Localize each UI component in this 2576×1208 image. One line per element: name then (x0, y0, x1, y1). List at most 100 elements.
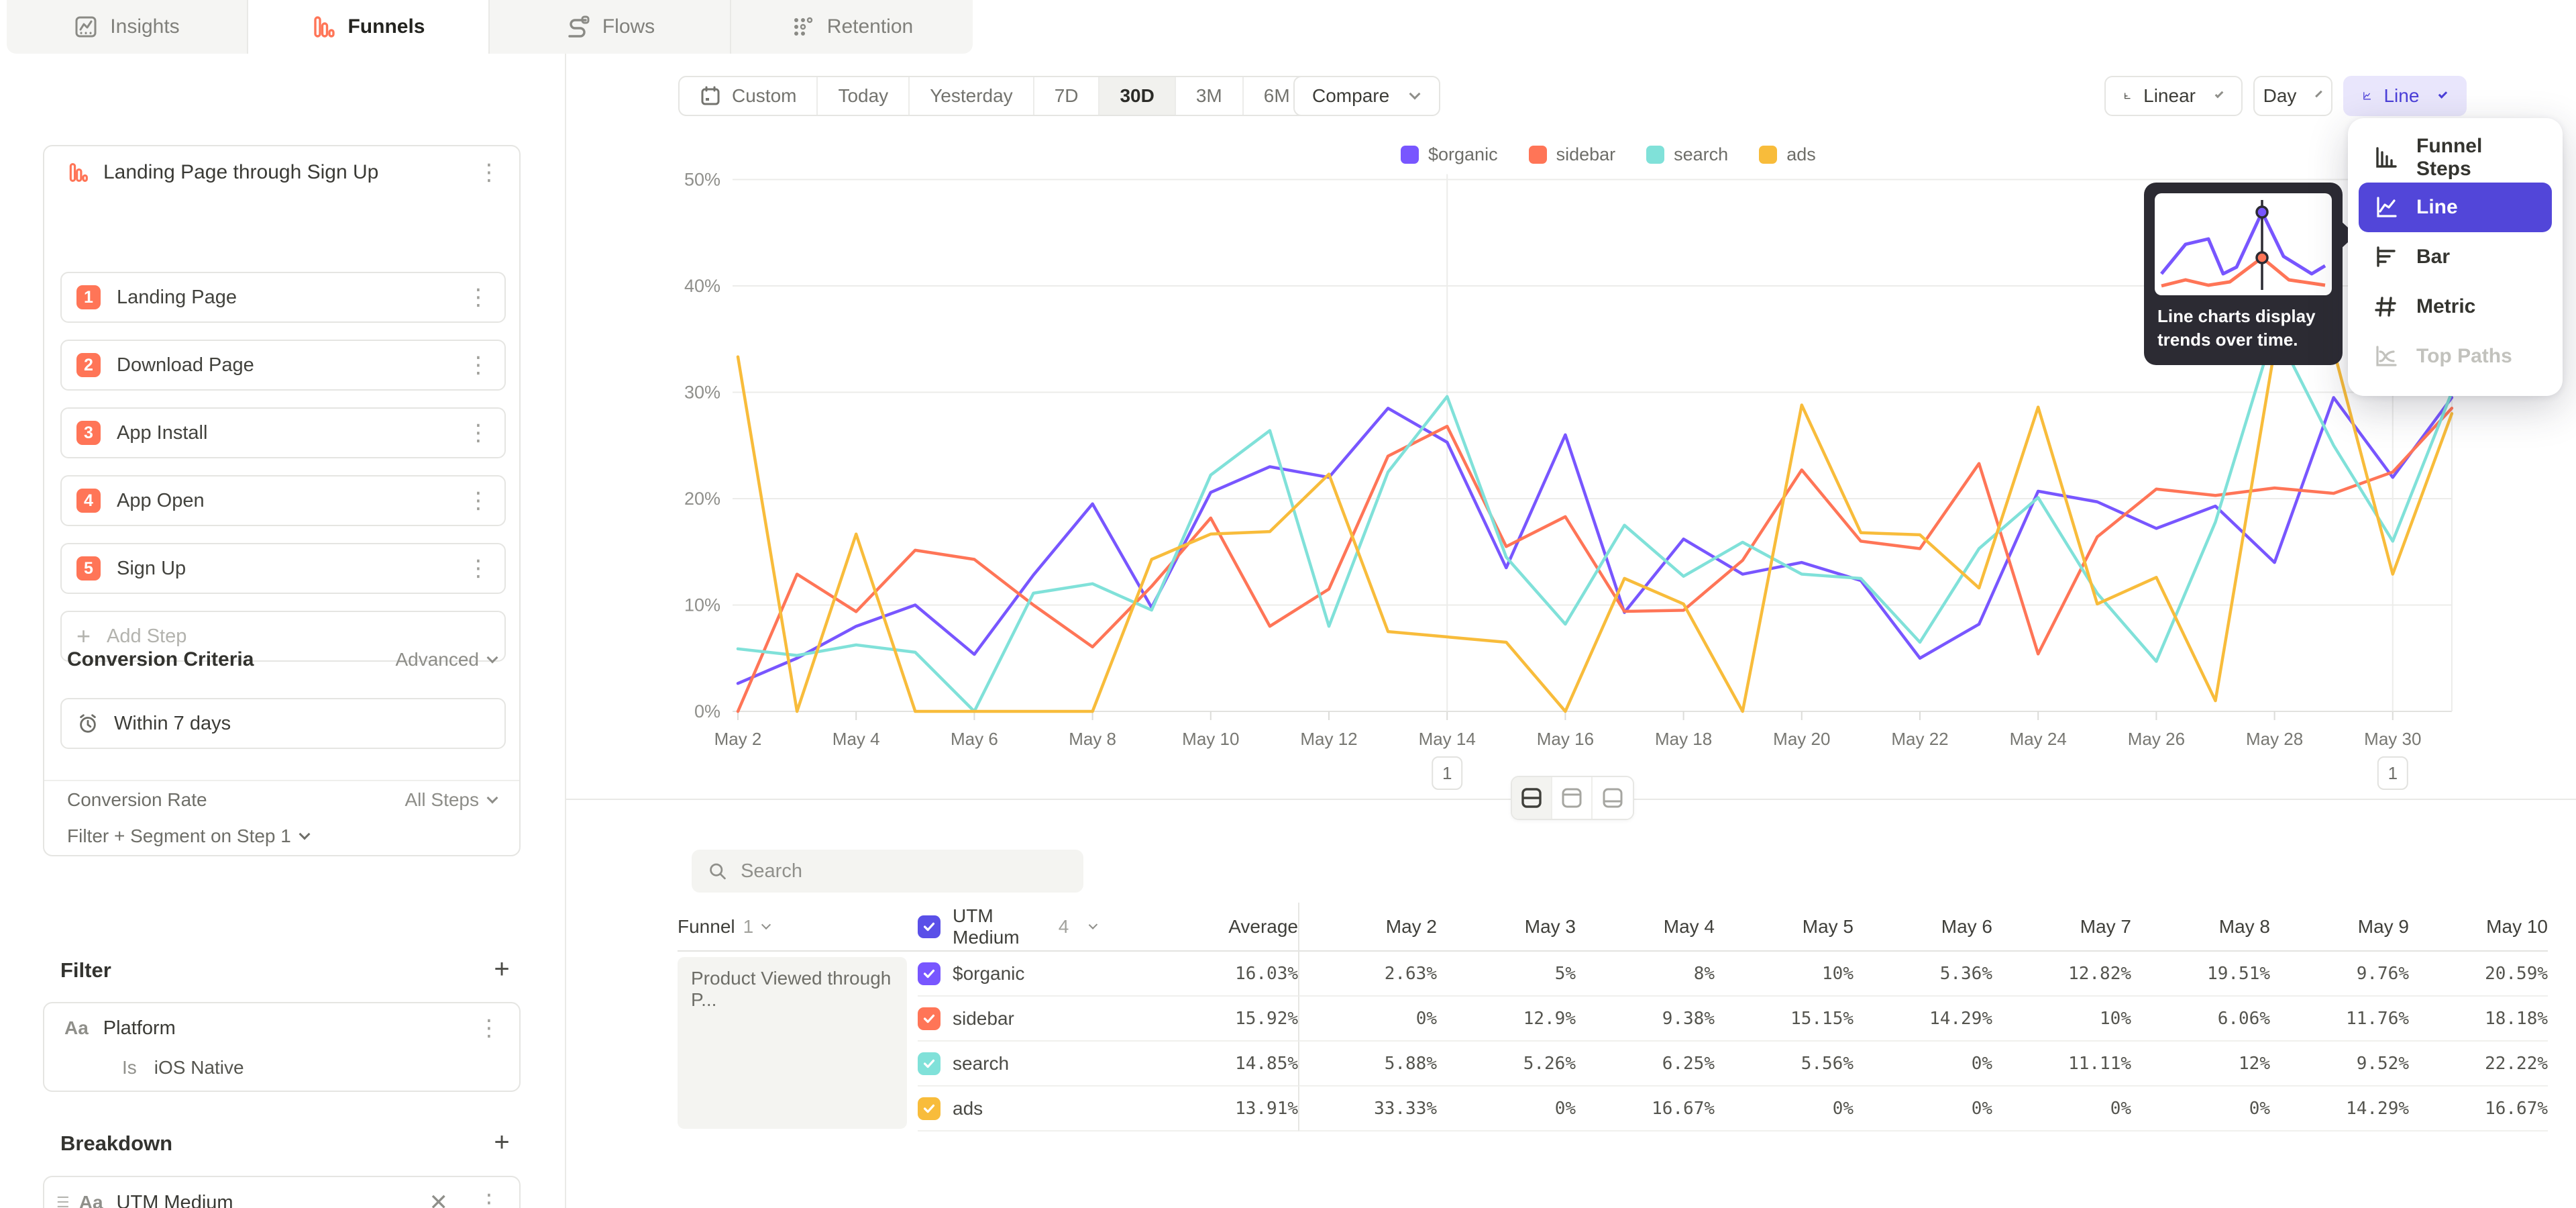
menu-item-bar[interactable]: Bar (2359, 232, 2552, 282)
funnel-step-3[interactable]: 3 App Install ⋮ (60, 407, 506, 458)
table-view-button[interactable] (1593, 777, 1633, 819)
funnel-name-cell[interactable]: Product Viewed through P... (678, 957, 907, 1129)
date-column-header[interactable]: May 10 (2409, 903, 2548, 952)
chevron-down-icon (487, 652, 498, 664)
tab-funnels[interactable]: Funnels (248, 0, 490, 54)
calendar-icon (700, 85, 721, 107)
all-steps-dropdown[interactable]: All Steps (405, 789, 500, 811)
svg-text:May 28: May 28 (2246, 729, 2303, 749)
table-value: 0% (1715, 1087, 1854, 1131)
tab-insights[interactable]: Insights (7, 0, 248, 54)
checkbox-checked[interactable] (918, 915, 941, 938)
step-label: Download Page (117, 354, 451, 376)
filter-value[interactable]: iOS Native (154, 1057, 244, 1078)
add-filter-button[interactable]: + (487, 954, 517, 984)
funnel-column-header[interactable]: Funnel1 (678, 903, 918, 952)
breakdown-column-header[interactable]: UTM Medium4 (918, 903, 1099, 952)
granularity-dropdown[interactable]: Day (2253, 76, 2332, 116)
add-breakdown-button[interactable]: + (487, 1127, 517, 1157)
checkbox-checked[interactable] (918, 962, 941, 985)
module-tab-bar: Insights Funnels Flows Retention (0, 0, 2576, 54)
average-column-header[interactable]: Average (1099, 903, 1298, 952)
range-7d[interactable]: 7D (1034, 77, 1100, 115)
filter-operator[interactable]: Is (122, 1057, 137, 1078)
checkbox-checked[interactable] (918, 1007, 941, 1030)
chevron-down-icon (761, 919, 771, 929)
chevron-down-icon (1409, 89, 1421, 100)
date-column-header[interactable]: May 9 (2270, 903, 2409, 952)
funnel-menu-kebab-icon[interactable]: ⋮ (478, 161, 500, 184)
breakdown-table: Funnel1UTM Medium4AverageMay 2May 3May 4… (678, 903, 2548, 1131)
step-kebab-icon[interactable]: ⋮ (467, 286, 490, 309)
date-range-segmented-control: CustomTodayYesterday7D30D3M6M12M (678, 76, 1389, 116)
chevron-down-icon (2215, 90, 2224, 99)
chevron-down-icon (299, 829, 310, 840)
segment-cell-sidebar[interactable]: sidebar (918, 997, 1099, 1042)
tab-retention[interactable]: Retention (731, 0, 973, 54)
segment-cell-ads[interactable]: ads (918, 1087, 1099, 1131)
breakdown-card[interactable]: ☰ Aa UTM Medium ✕ ⋮ (43, 1176, 521, 1208)
breakdown-kebab-icon[interactable]: ⋮ (478, 1191, 500, 1208)
funnel-step-5[interactable]: 5 Sign Up ⋮ (60, 543, 506, 594)
menu-item-funnel-steps[interactable]: Funnel Steps (2359, 133, 2552, 183)
tab-flows[interactable]: Flows (490, 0, 731, 54)
plus-icon: + (76, 622, 91, 650)
funnel-metric-header[interactable]: Landing Page through Sign Up ⋮ (67, 161, 500, 184)
funnel-step-2[interactable]: 2 Download Page ⋮ (60, 340, 506, 391)
checkbox-checked[interactable] (918, 1052, 941, 1075)
menu-item-line[interactable]: Line (2359, 183, 2552, 232)
conversion-criteria-title: Conversion Criteria (67, 648, 254, 671)
step-kebab-icon[interactable]: ⋮ (467, 557, 490, 580)
date-column-header[interactable]: May 4 (1576, 903, 1715, 952)
conversion-window-button[interactable]: Within 7 days (60, 698, 506, 749)
date-column-header[interactable]: May 2 (1298, 903, 1437, 952)
table-value: 5.88% (1298, 1042, 1437, 1087)
svg-text:50%: 50% (684, 170, 720, 190)
filter-card[interactable]: Aa Platform ⋮ Is iOS Native (43, 1002, 521, 1092)
filter-kebab-icon[interactable]: ⋮ (478, 1017, 500, 1040)
search-input[interactable] (741, 860, 1067, 883)
funnel-step-4[interactable]: 4 App Open ⋮ (60, 475, 506, 526)
date-column-header[interactable]: May 3 (1437, 903, 1576, 952)
range-custom[interactable]: Custom (680, 77, 818, 115)
filter-section-title: Filter (60, 958, 111, 983)
date-column-header[interactable]: May 8 (2131, 903, 2270, 952)
table-value: 0% (2131, 1087, 2270, 1131)
date-column-header[interactable]: May 5 (1715, 903, 1854, 952)
range-today[interactable]: Today (818, 77, 910, 115)
chart-view-button[interactable] (1552, 777, 1593, 819)
split-view-button[interactable] (1512, 777, 1552, 819)
filter-segment-dropdown[interactable]: Filter + Segment on Step 1 (67, 825, 311, 847)
card-divider (44, 780, 519, 781)
chart-type-dropdown[interactable]: Line (2343, 76, 2467, 116)
annotation-badge[interactable]: 1 (1432, 757, 1462, 789)
tab-label: Retention (827, 15, 913, 38)
breakdown-section-title: Breakdown (60, 1131, 172, 1156)
table-view-icon (1601, 787, 1624, 809)
compare-button[interactable]: Compare (1293, 76, 1440, 116)
range-30d[interactable]: 30D (1099, 77, 1175, 115)
funnel-step-1[interactable]: 1 Landing Page ⋮ (60, 272, 506, 323)
range-yesterday[interactable]: Yesterday (910, 77, 1034, 115)
date-column-header[interactable]: May 6 (1854, 903, 1992, 952)
annotation-badge[interactable]: 1 (2378, 757, 2408, 789)
table-value: 15.15% (1715, 997, 1854, 1042)
chart-type-tooltip: Line charts display trends over time. (2144, 183, 2343, 365)
step-kebab-icon[interactable]: ⋮ (467, 421, 490, 444)
flows-icon (565, 15, 590, 39)
drag-handle-icon[interactable]: ☰ (56, 1194, 70, 1208)
checkbox-checked[interactable] (918, 1097, 941, 1120)
date-column-header[interactable]: May 7 (1992, 903, 2131, 952)
scale-dropdown[interactable]: Linear (2104, 76, 2243, 116)
step-kebab-icon[interactable]: ⋮ (467, 489, 490, 512)
svg-text:May 18: May 18 (1655, 729, 1712, 749)
advanced-dropdown[interactable]: Advanced (395, 649, 499, 670)
remove-breakdown-icon[interactable]: ✕ (429, 1189, 449, 1208)
average-value: 16.03% (1099, 952, 1298, 997)
segment-cell-organic[interactable]: $organic (918, 952, 1099, 997)
top-paths-icon (2373, 344, 2399, 368)
menu-item-metric[interactable]: Metric (2359, 282, 2552, 332)
segment-cell-search[interactable]: search (918, 1042, 1099, 1087)
step-kebab-icon[interactable]: ⋮ (467, 354, 490, 376)
range-3m[interactable]: 3M (1176, 77, 1244, 115)
